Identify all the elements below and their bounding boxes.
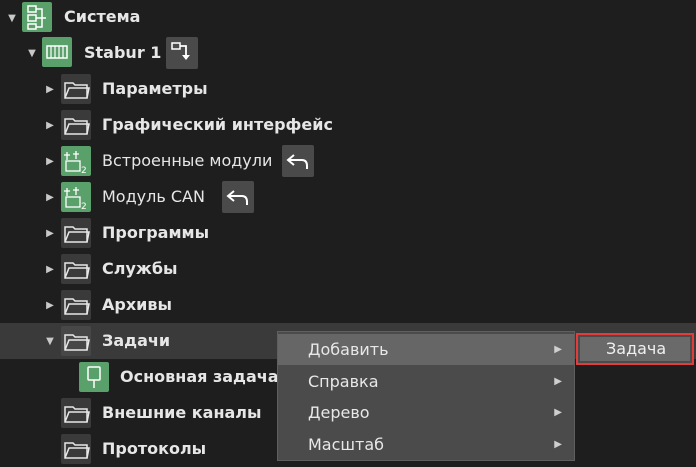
tree-label: Параметры — [102, 79, 208, 98]
expand-arrow-icon[interactable]: ▶ — [42, 189, 58, 205]
menu-item-label: Добавить — [308, 340, 389, 359]
tree-row[interactable]: ▶ Графический интерфейс — [0, 107, 696, 143]
submenu-arrow-icon: ▶ — [554, 407, 562, 418]
menu-item-add[interactable]: Добавить ▶ — [278, 334, 574, 365]
tree-row[interactable]: ▶ 2 Встроенные модули — [0, 143, 696, 179]
tree-label: Архивы — [102, 295, 172, 314]
tree-label: Графический интерфейс — [102, 115, 333, 134]
undo-icon[interactable] — [282, 145, 314, 177]
expand-arrow-icon[interactable]: ▶ — [42, 297, 58, 313]
menu-item-zoom[interactable]: Масштаб ▶ — [278, 429, 574, 460]
expand-arrow-icon[interactable]: ▶ — [42, 153, 58, 169]
task-icon — [79, 362, 109, 392]
menu-item-label: Дерево — [308, 403, 370, 422]
tree-label: Система — [64, 7, 141, 26]
menu-item-label: Справка — [308, 372, 379, 391]
folder-icon — [61, 218, 91, 248]
menu-item-tree[interactable]: Дерево ▶ — [278, 397, 574, 428]
menu-item-label: Масштаб — [308, 435, 385, 454]
tree-label: Программы — [102, 223, 210, 242]
undo-icon[interactable] — [222, 181, 254, 213]
controller-icon — [42, 37, 72, 67]
tree-row[interactable]: ▶ Программы — [0, 215, 696, 251]
submenu-arrow-icon: ▶ — [554, 344, 562, 355]
tree-label: Протоколы — [102, 439, 207, 458]
tree-label: Основная задача — [120, 367, 279, 386]
download-config-icon[interactable] — [166, 37, 198, 69]
tree-row-system[interactable]: ▼ Система — [0, 0, 696, 36]
expand-arrow-icon[interactable]: ▶ — [42, 225, 58, 241]
system-icon — [22, 2, 52, 32]
menu-item-help[interactable]: Справка ▶ — [278, 366, 574, 397]
folder-icon — [61, 398, 91, 428]
folder-icon — [61, 290, 91, 320]
expand-arrow-icon[interactable]: ▼ — [24, 45, 40, 61]
module-icon: 2 — [61, 182, 91, 212]
expand-arrow-icon[interactable]: ▶ — [42, 117, 58, 133]
svg-text:2: 2 — [81, 166, 87, 176]
folder-icon — [61, 254, 91, 284]
submenu-arrow-icon: ▶ — [554, 439, 562, 450]
submenu-item-label: Задача — [606, 339, 667, 358]
tree-row[interactable]: ▶ 2 Модуль CAN — [0, 179, 696, 215]
folder-icon — [61, 110, 91, 140]
tree-label: Модуль CAN — [102, 187, 205, 206]
collapse-arrow-icon[interactable]: ▼ — [42, 333, 58, 349]
tree-row[interactable]: ▶ Параметры — [0, 71, 696, 107]
tree-label: Stabur 1 — [84, 43, 162, 62]
submenu-item-task[interactable]: Задача — [580, 337, 690, 361]
tree-row[interactable]: ▶ Архивы — [0, 287, 696, 323]
folder-icon — [61, 326, 91, 356]
submenu-add: Задача — [576, 333, 694, 365]
tree-row-stabur[interactable]: ▼ Stabur 1 — [0, 35, 696, 71]
context-menu: Добавить ▶ Справка ▶ Дерево ▶ Масштаб ▶ — [277, 331, 575, 461]
tree-label: Внешние каналы — [102, 403, 262, 422]
expand-arrow-icon[interactable]: ▼ — [4, 10, 20, 26]
module-icon: 2 — [61, 146, 91, 176]
folder-icon — [61, 74, 91, 104]
svg-text:2: 2 — [81, 202, 87, 212]
tree-label: Службы — [102, 259, 178, 278]
expand-arrow-icon[interactable]: ▶ — [42, 81, 58, 97]
submenu-arrow-icon: ▶ — [554, 376, 562, 387]
expand-arrow-icon[interactable]: ▶ — [42, 261, 58, 277]
tree-row[interactable]: ▶ Службы — [0, 251, 696, 287]
folder-icon — [61, 434, 91, 464]
tree-label: Задачи — [102, 331, 171, 350]
tree-label: Встроенные модули — [102, 151, 273, 170]
